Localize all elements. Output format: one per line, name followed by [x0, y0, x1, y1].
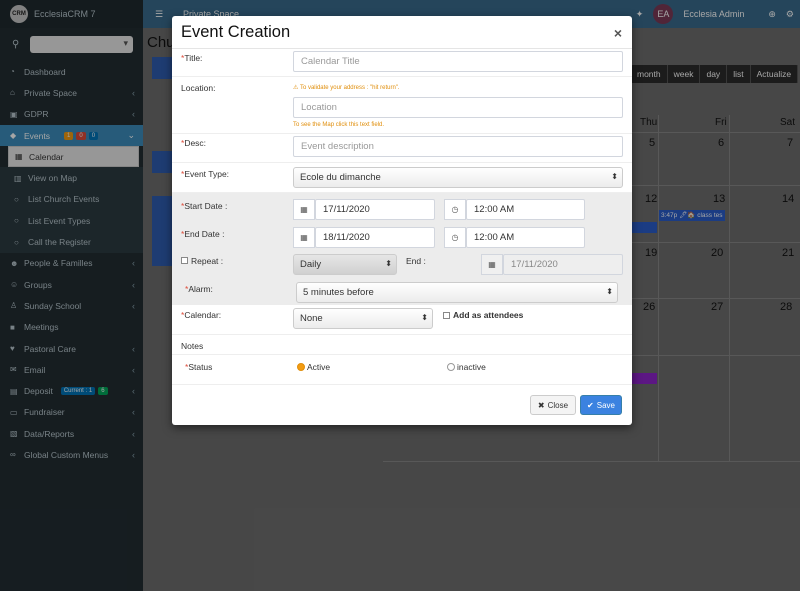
location-label: Location: — [181, 83, 216, 93]
save-button[interactable]: ✔ Save — [580, 395, 622, 415]
check-icon: ✔ — [587, 400, 594, 410]
clock-icon: ◷ — [444, 227, 466, 248]
start-date-label: *Start Date : — [181, 201, 227, 211]
event-type-label: *Event Type: — [181, 169, 229, 179]
close-button[interactable]: ✖ Close — [530, 395, 576, 415]
status-active-label: Active — [307, 362, 331, 372]
location-input[interactable] — [293, 97, 623, 118]
alarm-label: *Alarm: — [185, 284, 213, 294]
close-icon[interactable]: × — [614, 25, 622, 41]
start-date-input[interactable] — [315, 199, 435, 220]
status-active-radio[interactable] — [297, 363, 305, 371]
end-repeat-label: End : — [406, 256, 426, 266]
clock-icon: ◷ — [444, 199, 466, 220]
alarm-select[interactable]: 5 minutes before — [296, 282, 618, 303]
end-time-input[interactable] — [466, 227, 585, 248]
end-date-label: *End Date : — [181, 229, 224, 239]
title-label: *Title: — [181, 53, 202, 63]
start-time-input[interactable] — [466, 199, 585, 220]
desc-input[interactable] — [293, 136, 623, 157]
event-type-label-text: Event Type: — [184, 169, 230, 179]
row-status — [172, 355, 632, 385]
calendar-label-text: Calendar: — [184, 310, 222, 320]
add-attendees-checkbox[interactable] — [443, 312, 450, 319]
calendar-icon: ▦ — [293, 199, 315, 220]
close-button-label: Close — [547, 400, 569, 410]
x-icon: ✖ — [537, 400, 545, 410]
title-label-text: Title: — [184, 53, 203, 63]
desc-label-text: Desc: — [184, 138, 207, 148]
start-date-label-text: Start Date : — [184, 201, 228, 211]
end-date-input[interactable] — [315, 227, 435, 248]
notes-label: Notes — [181, 341, 204, 351]
calendar-icon: ▦ — [293, 227, 315, 248]
repeat-label: Repeat : — [191, 256, 224, 266]
alarm-label-text: Alarm: — [188, 284, 213, 294]
event-type-select[interactable]: Ecole du dimanche — [293, 167, 623, 188]
status-label: *Status — [185, 362, 212, 372]
calendar-label: *Calendar: — [181, 310, 221, 320]
add-attendees-label: Add as attendees — [453, 310, 524, 320]
calendar-icon: ▦ — [481, 254, 503, 275]
desc-label: *Desc: — [181, 138, 206, 148]
event-creation-modal: Event Creation × *Title: Location: ⚠ To … — [172, 16, 632, 425]
repeat-select[interactable]: Daily — [293, 254, 397, 275]
status-label-text: Status — [188, 362, 213, 372]
row-notes — [172, 335, 632, 355]
title-input[interactable] — [293, 51, 623, 72]
location-map-note[interactable]: To see the Map click this text field. — [293, 122, 384, 128]
location-validate-text: To validate your address : "hit return". — [299, 85, 400, 91]
repeat-checkbox[interactable] — [181, 257, 188, 264]
end-date-label-text: End Date : — [184, 229, 225, 239]
save-button-label: Save — [596, 400, 615, 410]
warning-icon: ⚠ — [293, 85, 300, 91]
location-validate-note: ⚠ To validate your address : "hit return… — [293, 84, 400, 91]
end-repeat-date-input[interactable] — [503, 254, 623, 275]
status-inactive-radio[interactable] — [447, 363, 455, 371]
status-inactive-label: inactive — [457, 362, 486, 372]
modal-header: Event Creation — [172, 16, 632, 49]
modal-title: Event Creation — [181, 22, 291, 41]
calendar-select[interactable]: None — [293, 308, 433, 329]
